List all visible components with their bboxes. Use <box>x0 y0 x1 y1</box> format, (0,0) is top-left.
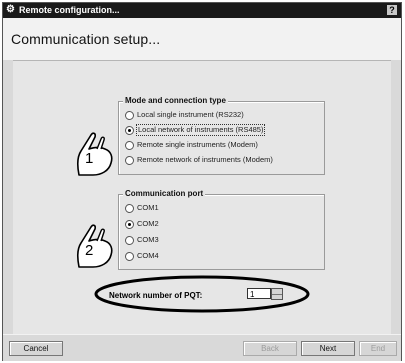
help-button[interactable]: ? <box>387 5 397 15</box>
option-label: COM2 <box>137 219 159 228</box>
next-button[interactable]: Next <box>301 341 355 356</box>
mode-group-title: Mode and connection type <box>123 95 228 106</box>
spin-down-icon[interactable] <box>272 294 282 299</box>
network-number-label: Network number of PQT: <box>109 291 203 300</box>
button-bar: Cancel Back Next End <box>3 334 401 361</box>
option-label: COM1 <box>137 203 159 212</box>
mode-connection-group: Mode and connection type Local single in… <box>118 95 325 175</box>
option-label: Local single instrument (RS232) <box>137 110 244 119</box>
callout-number-2: 2 <box>85 242 94 259</box>
title-bar: ⚙ Remote configuration... ? <box>3 3 401 18</box>
option-label: COM4 <box>137 251 159 260</box>
network-number-input[interactable]: 1 <box>247 288 271 299</box>
app-icon: ⚙ <box>6 4 15 15</box>
end-button[interactable]: End <box>359 341 397 356</box>
radio-button-selected[interactable] <box>125 126 134 135</box>
option-label: Remote network of instruments (Modem) <box>137 155 273 164</box>
pointing-hand-icon-1: 1 <box>75 131 119 177</box>
radio-button[interactable] <box>125 111 134 120</box>
callout-number-1: 1 <box>85 150 94 167</box>
radio-button-selected[interactable] <box>125 220 134 229</box>
radio-button[interactable] <box>125 204 134 213</box>
port-group-title: Communication port <box>123 188 206 199</box>
radio-button[interactable] <box>125 141 134 150</box>
back-button[interactable]: Back <box>243 341 297 356</box>
page-title: Communication setup... <box>11 31 161 47</box>
cancel-button[interactable]: Cancel <box>9 341 63 356</box>
window-title: Remote configuration... <box>19 5 120 15</box>
radio-button[interactable] <box>125 236 134 245</box>
radio-button[interactable] <box>125 156 134 165</box>
remote-configuration-window: ⚙ Remote configuration... ? Communicatio… <box>2 2 402 361</box>
option-label: COM3 <box>137 235 159 244</box>
option-label: Local network of instruments (RS485) <box>136 124 266 136</box>
pointing-hand-icon-2: 2 <box>75 223 119 269</box>
option-label: Remote single instruments (Modem) <box>137 140 258 149</box>
radio-button[interactable] <box>125 252 134 261</box>
network-number-spinner[interactable] <box>271 288 283 300</box>
communication-port-group: Communication port COM1 COM2 COM3 COM4 <box>118 188 325 270</box>
